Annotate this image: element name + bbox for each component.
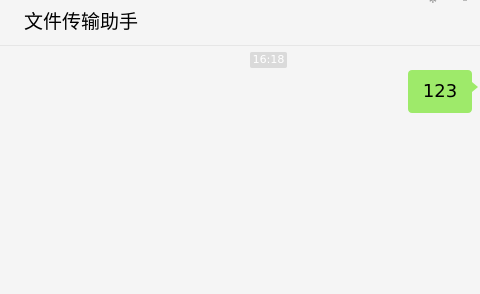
minimize-icon[interactable]: –: [459, 0, 471, 7]
pin-icon[interactable]: ✲: [427, 0, 439, 7]
chat-header: 文件传输助手 ✲ –: [0, 0, 480, 46]
message-list[interactable]: 16:18 123: [0, 46, 480, 294]
message-timestamp: 16:18: [250, 52, 287, 68]
bubble-tail: [472, 82, 478, 92]
chat-title: 文件传输助手: [24, 11, 139, 33]
message-bubble[interactable]: 123: [408, 70, 472, 113]
